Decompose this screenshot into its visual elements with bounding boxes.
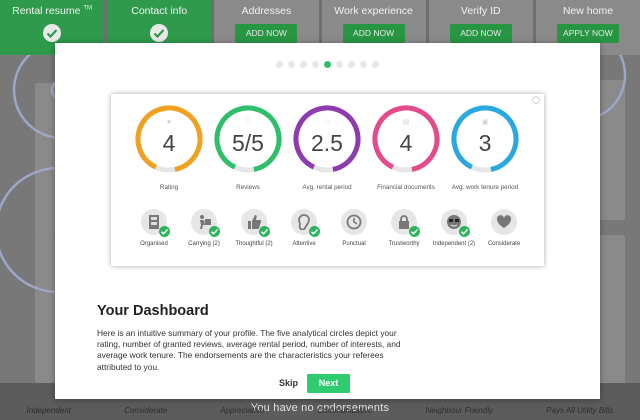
modal-title: Your Dashboard xyxy=(97,303,209,319)
badge-label: Punctual xyxy=(342,241,366,247)
badge-label: Organised xyxy=(140,241,168,247)
dashboard-tour-modal: ◯ ★ 4 Rating □ 5/5 Reviews ⌂ 2.5 Avg. rental per… xyxy=(55,43,600,399)
stat-label: Financial documents xyxy=(377,184,435,191)
endorsement-item: Independent xyxy=(26,406,72,415)
endorsement-list: Independent Considerate Appreciative Com… xyxy=(0,406,640,415)
badge-label: Trustworthy xyxy=(388,241,420,247)
pager-dot[interactable] xyxy=(288,61,295,68)
heart-icon xyxy=(491,209,517,235)
pager-dot[interactable] xyxy=(276,61,283,68)
pager-dot[interactable] xyxy=(324,61,331,68)
thumbs-up-icon xyxy=(241,209,270,237)
briefcase-icon: ▣ xyxy=(481,119,489,126)
badge-label: Considerate xyxy=(487,241,521,247)
modal-description: Here is an intuitive summary of your pro… xyxy=(97,328,401,372)
badge-label: Thoughtful (2) xyxy=(235,241,273,247)
dashboard-preview: ◯ ★ 4 Rating □ 5/5 Reviews ⌂ 2.5 Avg. rental per… xyxy=(111,94,544,266)
endorsement-item: Considerate xyxy=(124,406,168,415)
endorsement-item: Neighbour Friendly xyxy=(425,406,494,415)
pager-dot[interactable] xyxy=(336,61,343,68)
stat-label: Rating xyxy=(159,184,179,191)
step-label: Addresses xyxy=(241,5,292,17)
next-button[interactable]: Next xyxy=(307,374,350,393)
stat-label: Avg. rental period xyxy=(302,184,352,191)
check-icon xyxy=(209,226,220,237)
info-icon: ◯ xyxy=(532,97,540,104)
endorsement-badge: Trustworthy xyxy=(377,209,431,247)
pager-dot[interactable] xyxy=(348,61,355,68)
endorsement-badge: Organised xyxy=(127,209,181,247)
stat-value: 5/5 xyxy=(232,130,264,156)
sunglasses-icon xyxy=(441,209,470,237)
endorsement-badge: Thoughtful (2) xyxy=(227,209,281,247)
endorsement-item: Communicative xyxy=(317,406,373,415)
step-label: New home xyxy=(562,5,614,17)
stat-value: 4 xyxy=(162,130,176,156)
pager-dot[interactable] xyxy=(312,61,319,68)
check-icon xyxy=(43,24,62,42)
stat-value: 2.5 xyxy=(311,130,343,156)
badge-label: Attentive xyxy=(292,241,316,247)
stat-label: Reviews xyxy=(236,184,260,191)
apply-now-button[interactable]: APPLY NOW xyxy=(556,24,619,43)
pager-dot[interactable] xyxy=(372,61,379,68)
step-label: Rental resume TM xyxy=(12,5,93,17)
endorsement-badge: Attentive xyxy=(277,209,331,247)
add-addresses-button[interactable]: ADD NOW xyxy=(235,24,298,43)
clock-icon xyxy=(341,209,367,235)
skip-button[interactable]: Skip xyxy=(279,378,298,388)
check-icon xyxy=(309,226,320,237)
stat-circle: ▤ 4 Financial documents xyxy=(366,104,446,192)
check-icon xyxy=(159,226,170,237)
organised-icon xyxy=(141,209,170,237)
endorsement-item: Pays All Utility Bills xyxy=(546,406,614,415)
stat-label: Avg. work tenure period xyxy=(451,184,519,191)
lock-icon xyxy=(391,209,420,237)
stat-value: 3 xyxy=(478,130,492,156)
document-icon: ▤ xyxy=(402,119,410,126)
stat-circle: □ 5/5 Reviews xyxy=(208,104,288,192)
stat-value: 4 xyxy=(399,130,413,156)
endorsement-badge: Considerate xyxy=(477,209,531,247)
check-icon xyxy=(459,226,470,237)
endorsement-badge: Punctual xyxy=(327,209,381,247)
add-verify-id-button[interactable]: ADD NOW xyxy=(449,24,512,43)
endorsement-badge: Carrying (2) xyxy=(177,209,231,247)
carrying-icon xyxy=(191,209,220,237)
endorsement-item: Appreciative xyxy=(220,406,265,415)
pager-dot[interactable] xyxy=(300,61,307,68)
ear-icon xyxy=(291,209,320,237)
step-label: Contact info xyxy=(131,5,188,17)
step-label: Work experience xyxy=(334,5,413,17)
star-icon: ★ xyxy=(165,119,173,126)
chat-icon: □ xyxy=(245,118,251,125)
check-icon xyxy=(150,24,169,42)
check-icon xyxy=(259,226,270,237)
stat-circle: ▣ 3 Avg. work tenure period xyxy=(445,104,525,192)
badge-label: Carrying (2) xyxy=(188,241,220,247)
home-icon: ⌂ xyxy=(324,118,330,125)
tour-pager xyxy=(55,61,600,68)
stat-circle: ⌂ 2.5 Avg. rental period xyxy=(287,104,367,192)
pager-dot[interactable] xyxy=(360,61,367,68)
check-icon xyxy=(409,226,420,237)
stat-circle: ★ 4 Rating xyxy=(129,104,209,192)
badge-label: Independent (2) xyxy=(432,241,476,247)
step-label: Verify ID xyxy=(460,5,501,17)
add-work-experience-button[interactable]: ADD NOW xyxy=(342,24,405,43)
endorsement-badge: Independent (2) xyxy=(427,209,481,247)
